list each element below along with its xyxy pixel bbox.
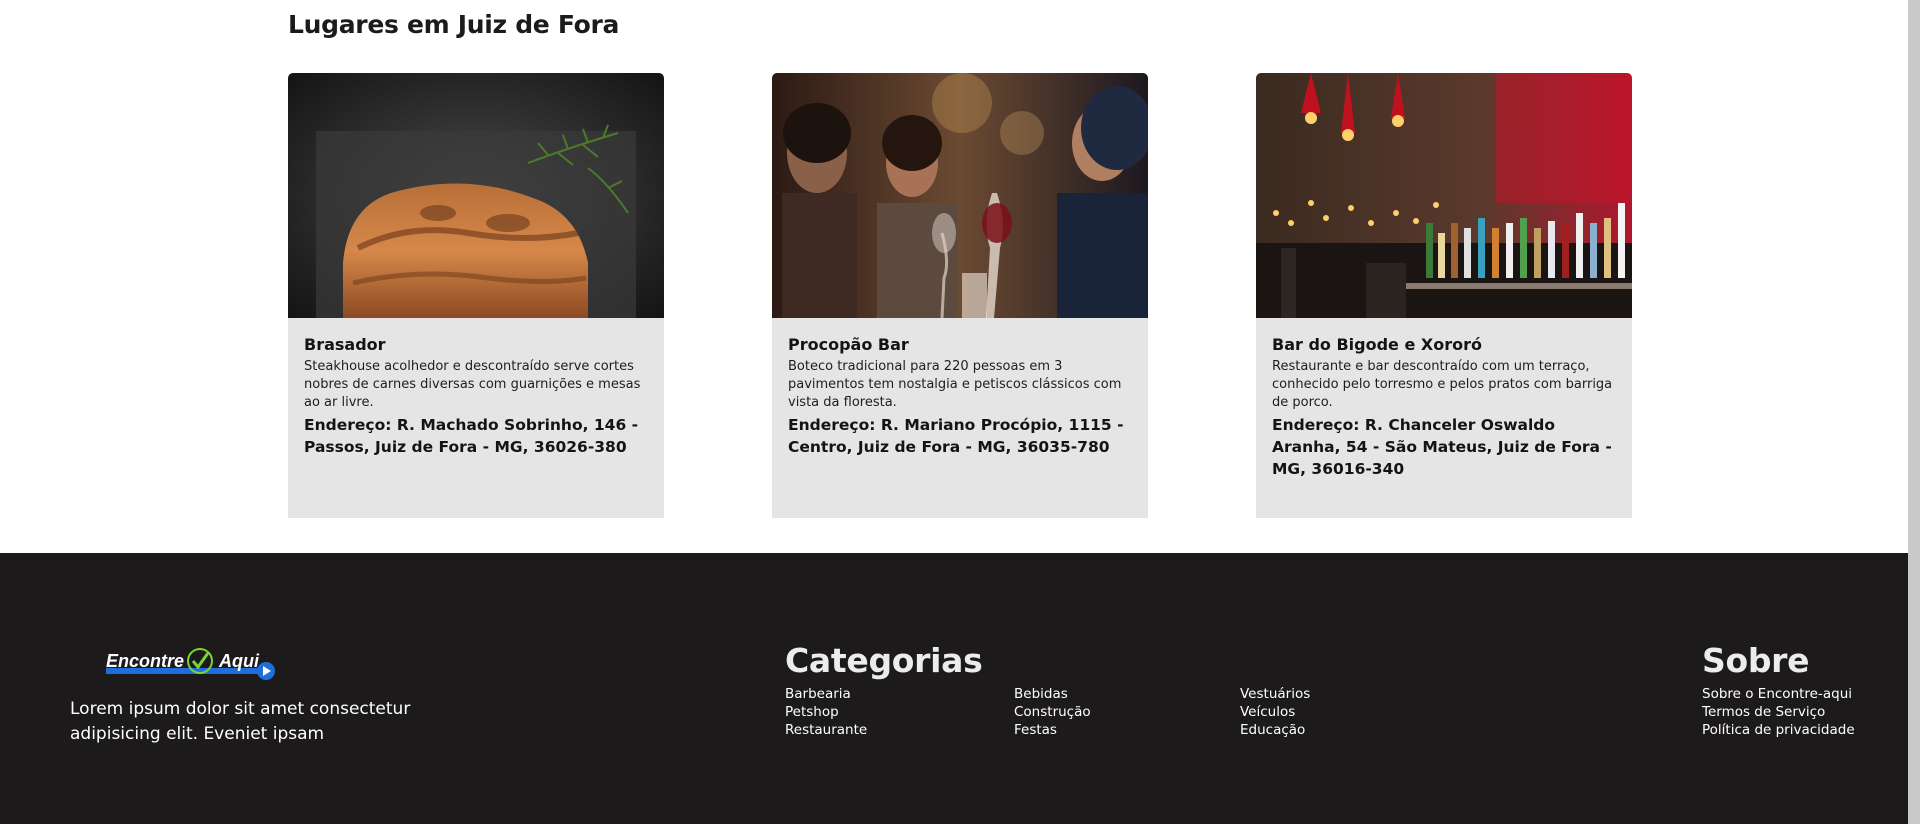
category-link-veiculos[interactable]: Veículos bbox=[1240, 703, 1310, 721]
place-name: Bar do Bigode e Xororó bbox=[1272, 335, 1482, 354]
place-photo-bar-counter bbox=[1256, 73, 1632, 318]
site-footer: Encontre Aqui Lorem ipsum dolor sit amet… bbox=[0, 553, 1908, 824]
about-links: Sobre o Encontre-aqui Termos de Serviço … bbox=[1702, 685, 1855, 739]
place-description: Steakhouse acolhedor e descontraído serv… bbox=[304, 359, 641, 410]
place-card-bar-do-bigode[interactable]: Bar do Bigode e Xororó Restaurante e bar… bbox=[1256, 73, 1632, 518]
place-description: Restaurante e bar descontraído com um te… bbox=[1272, 359, 1613, 410]
place-photo-grilled-meat bbox=[288, 73, 664, 318]
encontre-aqui-logo[interactable]: Encontre Aqui bbox=[104, 645, 280, 687]
categories-column-1: Barbearia Petshop Restaurante bbox=[785, 685, 867, 739]
about-title: Sobre bbox=[1702, 641, 1810, 680]
category-link-bebidas[interactable]: Bebidas bbox=[1014, 685, 1091, 703]
section-title: Lugares em Juiz de Fora bbox=[288, 10, 620, 39]
footer-tagline: Lorem ipsum dolor sit amet consectetur a… bbox=[70, 699, 411, 744]
about-link-termos[interactable]: Termos de Serviço bbox=[1702, 703, 1855, 721]
place-address: Endereço: R. Machado Sobrinho, 146 - Pas… bbox=[304, 416, 639, 456]
place-address: Endereço: R. Mariano Procópio, 1115 - Ce… bbox=[788, 416, 1124, 456]
page-scrollbar[interactable] bbox=[1908, 0, 1920, 824]
logo-word-encontre: Encontre bbox=[106, 651, 184, 671]
category-link-educacao[interactable]: Educação bbox=[1240, 721, 1310, 739]
place-card-procopao-bar[interactable]: Procopão Bar Boteco tradicional para 220… bbox=[772, 73, 1148, 518]
category-link-construcao[interactable]: Construção bbox=[1014, 703, 1091, 721]
category-link-festas[interactable]: Festas bbox=[1014, 721, 1091, 739]
category-link-barbearia[interactable]: Barbearia bbox=[785, 685, 867, 703]
about-link-sobre[interactable]: Sobre o Encontre-aqui bbox=[1702, 685, 1855, 703]
place-name: Brasador bbox=[304, 335, 386, 354]
category-link-restaurante[interactable]: Restaurante bbox=[785, 721, 867, 739]
category-link-vestuarios[interactable]: Vestuários bbox=[1240, 685, 1310, 703]
place-photo-people-drinking bbox=[772, 73, 1148, 318]
logo-word-aqui: Aqui bbox=[218, 651, 260, 671]
place-card-brasador[interactable]: Brasador Steakhouse acolhedor e descontr… bbox=[288, 73, 664, 518]
category-link-petshop[interactable]: Petshop bbox=[785, 703, 867, 721]
categories-title: Categorias bbox=[785, 641, 983, 680]
place-name: Procopão Bar bbox=[788, 335, 909, 354]
categories-column-3: Vestuários Veículos Educação bbox=[1240, 685, 1310, 739]
categories-column-2: Bebidas Construção Festas bbox=[1014, 685, 1091, 739]
place-address: Endereço: R. Chanceler Oswaldo Aranha, 5… bbox=[1272, 416, 1612, 478]
place-description: Boteco tradicional para 220 pessoas em 3… bbox=[788, 359, 1122, 410]
about-link-privacidade[interactable]: Política de privacidade bbox=[1702, 721, 1855, 739]
